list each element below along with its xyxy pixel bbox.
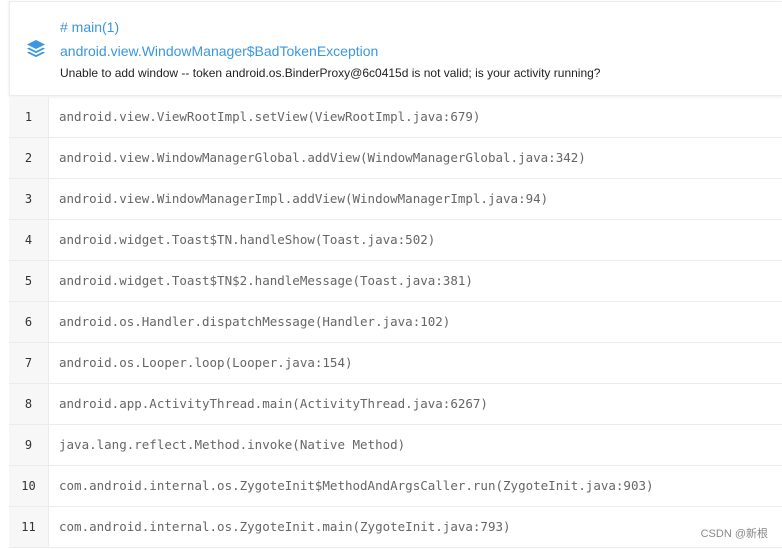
stack-frame-text: android.app.ActivityThread.main(Activity… xyxy=(59,396,488,411)
stack-frame-row: 1 android.view.ViewRootImpl.setView(View… xyxy=(9,97,782,138)
stack-frame-row: 8 android.app.ActivityThread.main(Activi… xyxy=(9,384,782,425)
stack-frame-row: 11 com.android.internal.os.ZygoteInit.ma… xyxy=(9,507,782,548)
stack-frame-text: android.widget.Toast$TN.handleShow(Toast… xyxy=(59,232,436,247)
stack-frame-row: 4 android.widget.Toast$TN.handleShow(Toa… xyxy=(9,220,782,261)
stack-frame-text: android.os.Handler.dispatchMessage(Handl… xyxy=(59,314,451,329)
stack-frame-row: 7 android.os.Looper.loop(Looper.java:154… xyxy=(9,343,782,384)
layers-icon xyxy=(27,40,45,58)
line-number: 7 xyxy=(9,343,49,383)
line-number: 8 xyxy=(9,384,49,424)
line-number: 6 xyxy=(9,302,49,342)
stack-frame-text: android.widget.Toast$TN$2.handleMessage(… xyxy=(59,273,473,288)
thread-name: # main(1) xyxy=(60,19,120,35)
stack-frame-text: android.view.ViewRootImpl.setView(ViewRo… xyxy=(59,109,481,124)
exception-message: Unable to add window -- token android.os… xyxy=(60,66,601,80)
line-number: 10 xyxy=(9,466,49,506)
stack-frame-row: 10 com.android.internal.os.ZygoteInit$Me… xyxy=(9,466,782,507)
watermark: CSDN @新根 xyxy=(700,528,768,540)
stack-frame-text: com.android.internal.os.ZygoteInit.main(… xyxy=(59,519,511,534)
stack-trace-list: 1 android.view.ViewRootImpl.setView(View… xyxy=(9,97,782,548)
exception-class: android.view.WindowManager$BadTokenExcep… xyxy=(60,43,379,59)
stack-frame-row: 9 java.lang.reflect.Method.invoke(Native… xyxy=(9,425,782,466)
line-number: 2 xyxy=(9,138,49,178)
stack-frame-text: android.view.WindowManagerImpl.addView(W… xyxy=(59,191,549,206)
stack-frame-text: android.os.Looper.loop(Looper.java:154) xyxy=(59,355,353,370)
stack-frame-text: java.lang.reflect.Method.invoke(Native M… xyxy=(59,437,406,452)
stack-frame-row: 3 android.view.WindowManagerImpl.addView… xyxy=(9,179,782,220)
line-number: 9 xyxy=(9,425,49,465)
exception-header: # main(1) android.view.WindowManager$Bad… xyxy=(9,1,782,96)
stack-frame-row: 5 android.widget.Toast$TN$2.handleMessag… xyxy=(9,261,782,302)
line-number: 11 xyxy=(9,507,49,547)
stack-frame-text: com.android.internal.os.ZygoteInit$Metho… xyxy=(59,478,654,493)
line-number: 5 xyxy=(9,261,49,301)
line-number: 1 xyxy=(9,97,49,137)
stack-frame-row: 6 android.os.Handler.dispatchMessage(Han… xyxy=(9,302,782,343)
line-number: 3 xyxy=(9,179,49,219)
stack-frame-row: 2 android.view.WindowManagerGlobal.addVi… xyxy=(9,138,782,179)
line-number: 4 xyxy=(9,220,49,260)
stack-frame-text: android.view.WindowManagerGlobal.addView… xyxy=(59,150,586,165)
